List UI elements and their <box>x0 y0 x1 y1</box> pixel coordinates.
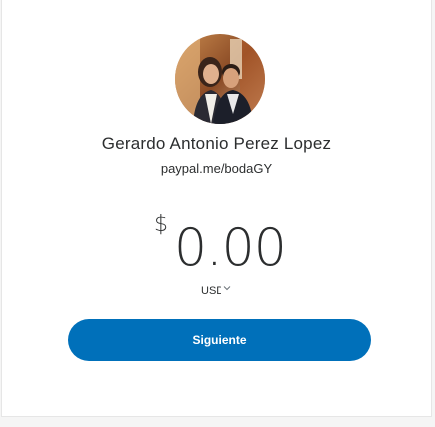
profile-name: Gerardo Antonio Perez Lopez <box>101 134 332 153</box>
chevron-down-icon <box>223 286 231 291</box>
currency-symbol: $ <box>154 212 168 237</box>
currency-selector[interactable]: USD <box>201 285 231 297</box>
profile-avatar <box>175 34 265 124</box>
amount-display[interactable]: $ 0.00 <box>2 212 431 278</box>
profile-handle: paypal.me/bodaGY <box>160 161 273 176</box>
amount-input[interactable]: 0.00 <box>174 218 287 278</box>
next-button[interactable]: Siguiente <box>68 319 371 361</box>
profile-photo <box>175 34 265 124</box>
currency-code: USD <box>201 285 221 297</box>
payment-card: Gerardo Antonio Perez Lopez paypal.me/bo… <box>1 0 432 417</box>
